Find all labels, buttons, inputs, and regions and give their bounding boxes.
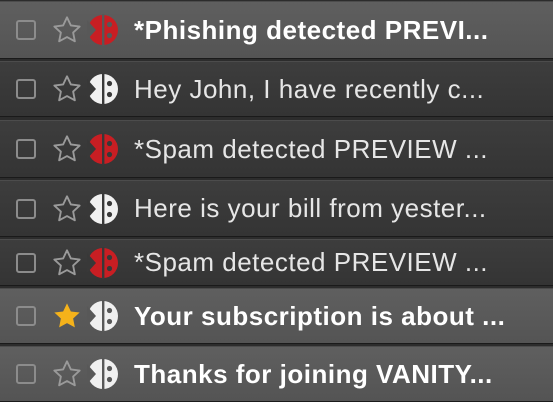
email-subject: *Spam detected PREVIEW ... [134,133,489,164]
sender-status-icon [86,299,120,333]
email-row[interactable]: Here is your bill from yester... [0,180,553,237]
star-icon[interactable] [50,192,84,226]
star-icon[interactable] [50,72,84,106]
select-checkbox[interactable] [16,20,36,40]
sender-status-icon [86,192,120,226]
email-row[interactable]: Thanks for joining VANITY... [0,346,553,402]
sender-status-icon [86,357,120,391]
select-checkbox[interactable] [16,306,36,326]
star-icon[interactable] [50,299,84,333]
sender-status-icon [86,13,120,47]
email-row[interactable]: *Spam detected PREVIEW ... [0,239,553,286]
email-subject: Here is your bill from yester... [134,193,487,223]
star-icon[interactable] [50,132,84,166]
email-subject: Hey John, I have recently c... [134,73,485,104]
email-subject: *Phishing detected PREVI... [134,14,489,45]
email-subject: Your subscription is about ... [134,300,506,331]
select-checkbox[interactable] [16,252,36,273]
star-icon[interactable] [50,13,84,47]
email-list: *Phishing detected PREVI... Hey John, I … [0,0,553,402]
star-icon[interactable] [50,246,84,280]
star-icon[interactable] [50,357,84,391]
email-row[interactable]: *Phishing detected PREVI... [0,1,553,59]
email-row[interactable]: Your subscription is about ... [0,288,553,344]
select-checkbox[interactable] [16,139,36,159]
sender-status-icon [86,246,120,280]
email-subject: Thanks for joining VANITY... [134,358,493,389]
select-checkbox[interactable] [16,364,36,384]
select-checkbox[interactable] [16,198,36,219]
sender-status-icon [86,72,120,106]
select-checkbox[interactable] [16,79,36,99]
email-row[interactable]: *Spam detected PREVIEW ... [0,120,553,178]
email-subject: *Spam detected PREVIEW ... [134,247,489,277]
email-row[interactable]: Hey John, I have recently c... [0,61,553,117]
sender-status-icon [86,132,120,166]
